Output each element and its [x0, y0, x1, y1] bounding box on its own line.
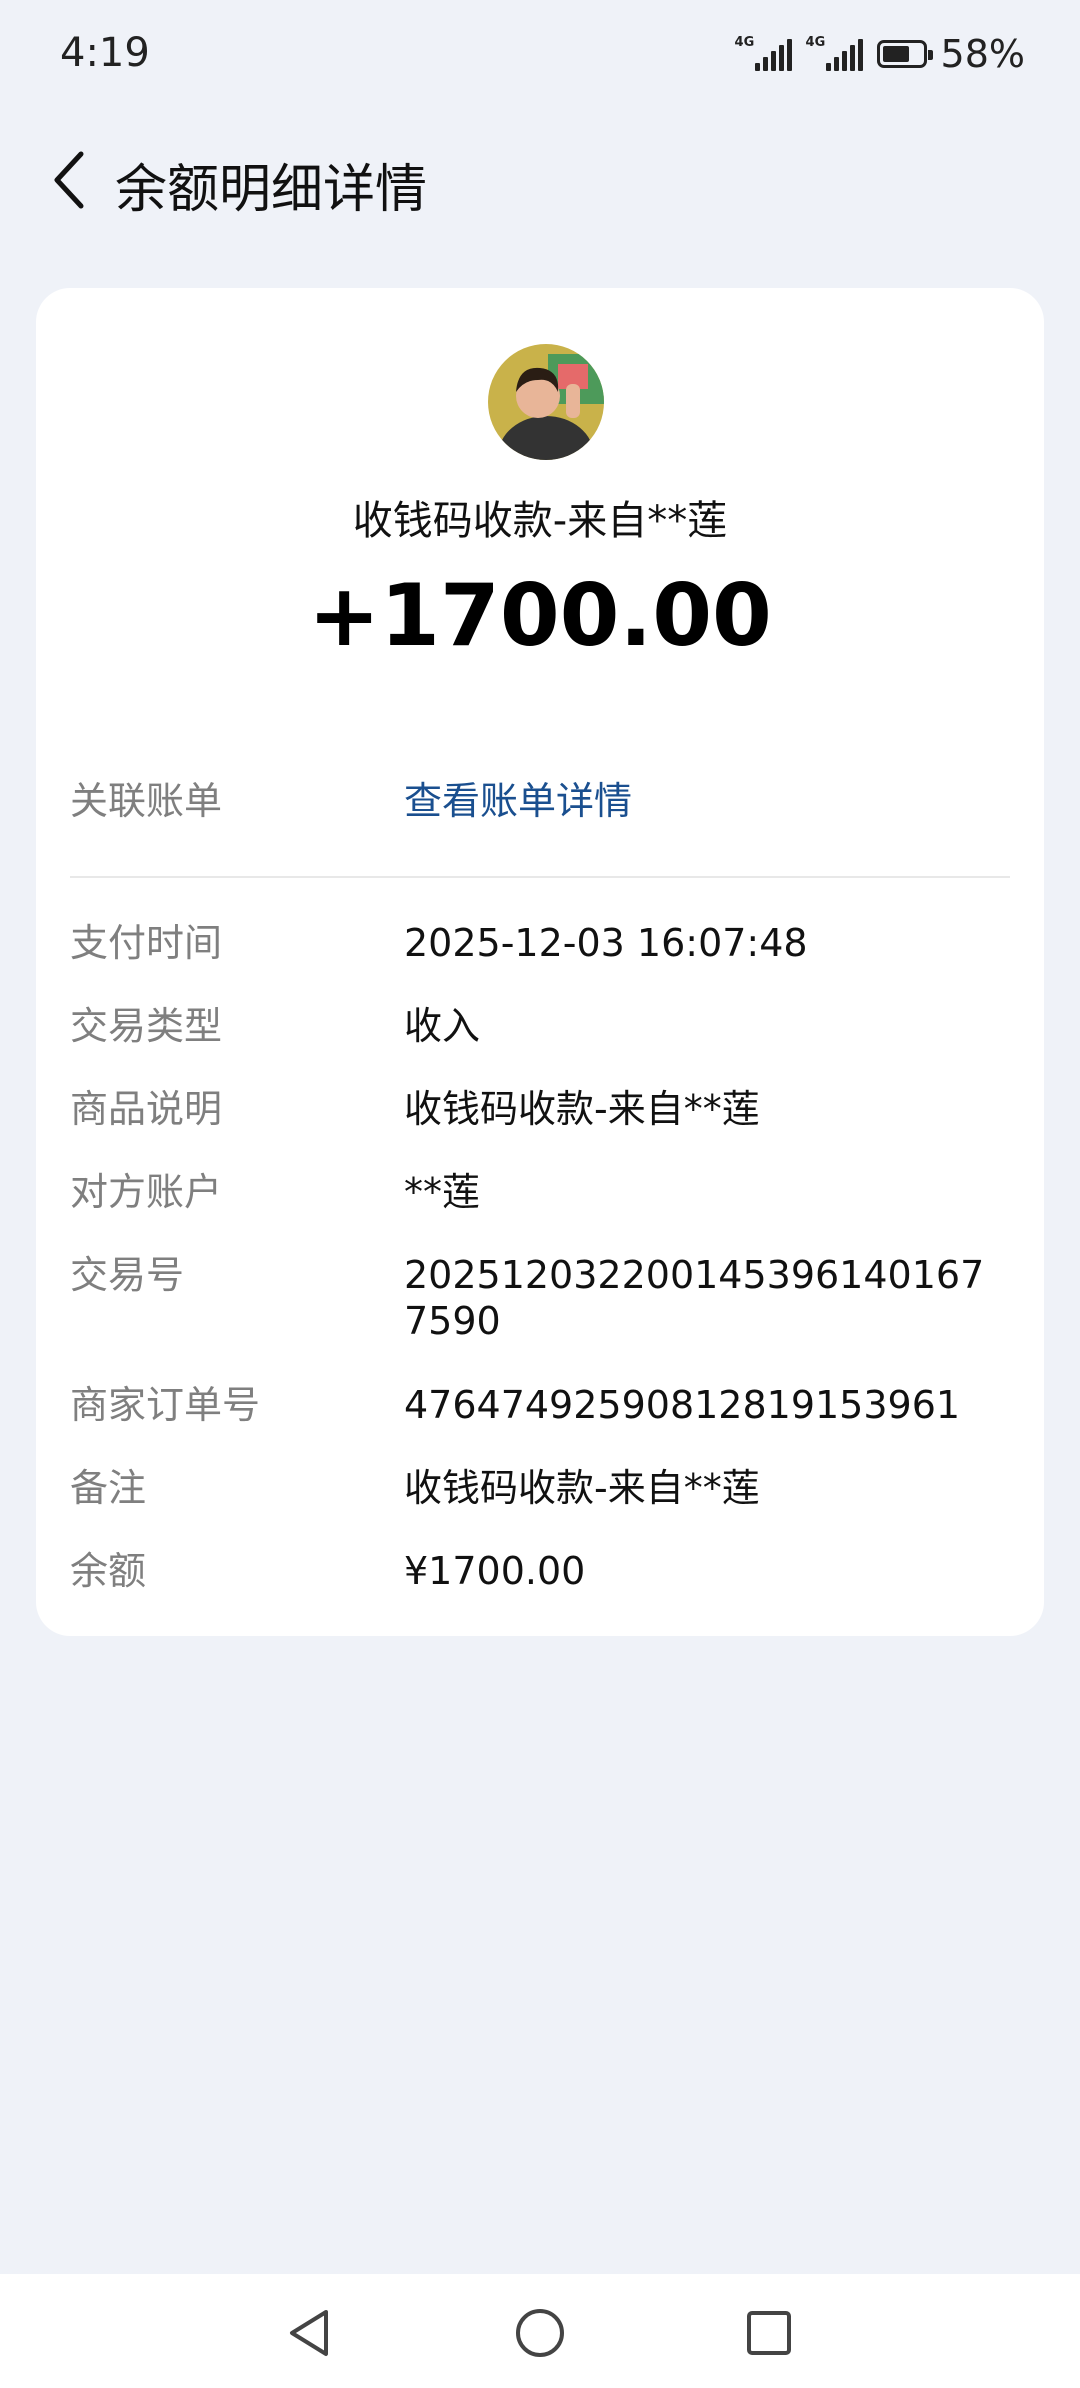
status-time: 4:19: [60, 30, 150, 76]
battery-percent: 58%: [940, 32, 1025, 76]
network-type-label: 4G: [734, 35, 755, 50]
detail-value: 收钱码收款-来自**莲: [404, 1466, 760, 1510]
page-title: 余额明细详情: [115, 160, 428, 220]
nav-recent-button[interactable]: [734, 2298, 804, 2368]
view-bill-link[interactable]: 查看账单详情: [404, 778, 1004, 824]
square-recent-icon: [747, 2311, 791, 2355]
detail-value[interactable]: 2025120322001453961401677590: [404, 1252, 1004, 1344]
triangle-back-icon: [290, 2310, 328, 2356]
divider: [70, 876, 1010, 878]
back-button[interactable]: [36, 145, 106, 215]
detail-value: ¥1700.00: [404, 1549, 586, 1593]
transaction-title: 收钱码收款-来自**莲: [352, 498, 728, 544]
detail-label: 支付时间: [70, 921, 223, 965]
avatar: [488, 344, 604, 460]
detail-label: 余额: [70, 1549, 147, 1593]
detail-label: 商家订单号: [70, 1383, 261, 1427]
detail-value: **莲: [404, 1170, 481, 1214]
battery-icon: [876, 40, 933, 68]
status-bar: 4:19 4G 4G 58%: [0, 0, 1080, 110]
chevron-left-icon: [54, 151, 84, 209]
detail-value[interactable]: 4764749259081281915396​1: [404, 1382, 1004, 1428]
transaction-card: 收钱码收款-来自**莲 +1700.00 关联账单 查看账单详情 支付时间 20…: [36, 288, 1044, 1636]
nav-home-button[interactable]: [505, 2298, 575, 2368]
detail-label: 交易号: [70, 1253, 185, 1297]
detail-label: 备注: [70, 1466, 147, 1510]
signal-icon: 4G: [805, 35, 863, 71]
system-navigation-bar: [0, 2274, 1080, 2388]
transaction-amount: +1700.00: [308, 566, 772, 666]
detail-label: 对方账户: [70, 1170, 223, 1214]
detail-value: 收入: [404, 1004, 481, 1048]
status-indicators: 4G 4G 58%: [735, 32, 1025, 76]
detail-label: 交易类型: [70, 1004, 223, 1048]
nav-back-button[interactable]: [274, 2298, 344, 2368]
signal-icon: 4G: [734, 35, 792, 71]
detail-value: 2025-12-03 16:07:48: [404, 921, 808, 965]
network-type-label: 4G: [805, 35, 826, 50]
header: 余额明细详情: [0, 135, 1080, 225]
circle-home-icon: [516, 2309, 564, 2357]
detail-label: 商品说明: [70, 1087, 223, 1131]
detail-value: 收钱码收款-来自**莲: [404, 1087, 760, 1131]
linked-bill-label: 关联账单: [70, 779, 223, 823]
